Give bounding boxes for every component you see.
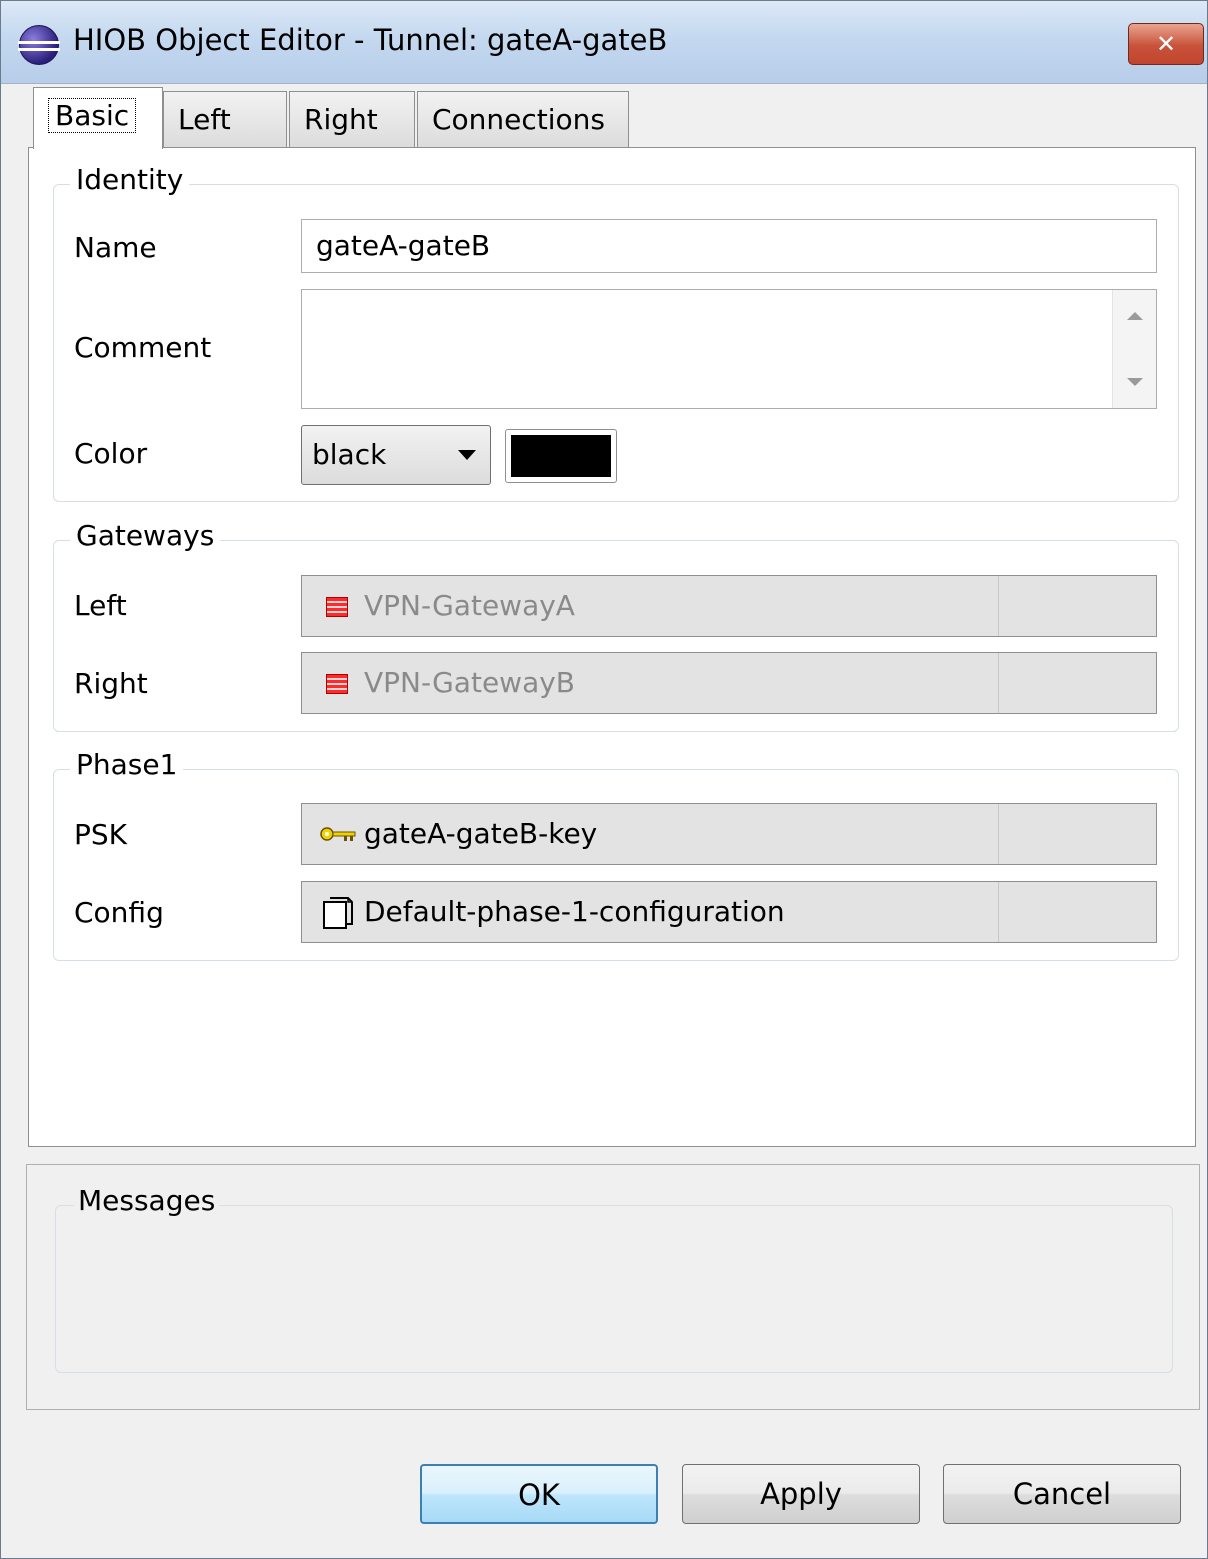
chevron-down-icon — [458, 450, 476, 460]
color-swatch[interactable] — [505, 429, 617, 483]
right-gateway-field[interactable]: VPN-GatewayB — [301, 652, 1157, 714]
ok-button[interactable]: OK — [420, 1464, 658, 1524]
tab-basic-label: Basic — [48, 98, 137, 133]
basic-tab-panel: Identity Name gateA-gateB Comment Color … — [28, 147, 1196, 1147]
tab-left-label: Left — [178, 103, 231, 136]
color-swatch-fill — [511, 435, 611, 477]
left-gateway-label: Left — [74, 589, 127, 622]
messages-group: Messages — [55, 1184, 1173, 1373]
right-gateway-value: VPN-GatewayB — [364, 666, 576, 699]
config-label: Config — [74, 896, 164, 929]
color-select-value: black — [312, 438, 387, 471]
tab-connections[interactable]: Connections — [417, 91, 629, 147]
psk-field[interactable]: gateA-gateB-key — [301, 803, 1157, 865]
left-gateway-field[interactable]: VPN-GatewayA — [301, 575, 1157, 637]
title-bar[interactable]: HIOB Object Editor - Tunnel: gateA-gateB… — [1, 1, 1207, 84]
comment-textarea[interactable] — [301, 289, 1157, 409]
apply-button[interactable]: Apply — [682, 1464, 920, 1524]
gateways-group: Gateways Left VPN-GatewayA Right VPN-Gat… — [53, 519, 1179, 732]
close-icon: ✕ — [1155, 30, 1177, 58]
tab-basic[interactable]: Basic — [33, 87, 163, 149]
key-icon — [320, 827, 356, 841]
field-divider — [998, 576, 999, 636]
left-gateway-value: VPN-GatewayA — [364, 589, 575, 622]
phase1-group-title: Phase1 — [70, 748, 184, 781]
app-globe-icon — [18, 25, 60, 65]
field-divider — [998, 653, 999, 713]
scroll-down-icon[interactable] — [1127, 378, 1143, 386]
messages-panel: Messages — [26, 1164, 1200, 1410]
name-label: Name — [74, 231, 157, 264]
firewall-icon — [326, 674, 348, 694]
gateways-group-title: Gateways — [70, 519, 221, 552]
psk-value: gateA-gateB-key — [364, 817, 598, 850]
tab-right[interactable]: Right — [289, 91, 415, 147]
color-select[interactable]: black — [301, 425, 491, 485]
tab-connections-label: Connections — [432, 103, 606, 136]
identity-group-title: Identity — [70, 163, 190, 196]
editor-window: HIOB Object Editor - Tunnel: gateA-gateB… — [0, 0, 1208, 1559]
cancel-button[interactable]: Cancel — [943, 1464, 1181, 1524]
config-value: Default-phase-1-configuration — [364, 895, 785, 928]
document-icon — [323, 897, 353, 929]
color-label: Color — [74, 437, 148, 470]
right-gateway-label: Right — [74, 667, 148, 700]
window-title: HIOB Object Editor - Tunnel: gateA-gateB — [73, 23, 668, 57]
identity-group: Identity Name gateA-gateB Comment Color … — [53, 163, 1179, 502]
firewall-icon — [326, 597, 348, 617]
tab-right-label: Right — [304, 103, 378, 136]
field-divider — [998, 882, 999, 942]
name-input[interactable]: gateA-gateB — [301, 219, 1157, 273]
phase1-group: Phase1 PSK gateA-gateB-key Config Defaul… — [53, 748, 1179, 961]
config-field[interactable]: Default-phase-1-configuration — [301, 881, 1157, 943]
comment-scrollbar[interactable] — [1112, 290, 1156, 408]
close-button[interactable]: ✕ — [1128, 23, 1204, 65]
psk-label: PSK — [74, 818, 128, 851]
messages-title: Messages — [74, 1184, 220, 1217]
tab-left[interactable]: Left — [163, 91, 287, 147]
comment-label: Comment — [74, 331, 212, 364]
scroll-up-icon[interactable] — [1127, 312, 1143, 320]
field-divider — [998, 804, 999, 864]
